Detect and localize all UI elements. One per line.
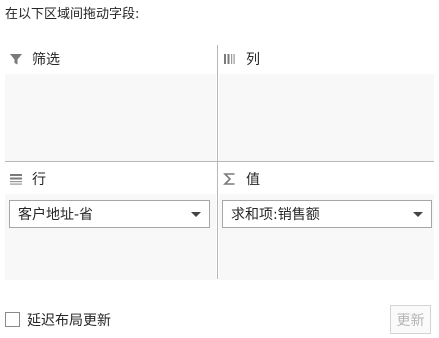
columns-area-header: 列 — [219, 43, 434, 74]
update-button[interactable]: 更新 — [390, 305, 431, 334]
columns-area-label: 列 — [246, 51, 260, 68]
area-grid: 筛选 列 行 客户地址-省 值 求和项:销售额 — [5, 43, 434, 280]
pivot-field-areas-pane: 在以下区域间拖动字段: 筛选 列 行 客户地址-省 值 求和项:销售额 延迟布局… — [0, 0, 439, 338]
defer-layout-update-checkbox[interactable] — [5, 312, 20, 327]
values-area[interactable]: 值 求和项:销售额 — [219, 163, 434, 280]
rows-area[interactable]: 行 客户地址-省 — [5, 163, 216, 280]
filters-area-header: 筛选 — [5, 43, 216, 74]
chevron-down-icon[interactable] — [191, 211, 201, 217]
footer: 延迟布局更新 更新 — [0, 305, 439, 335]
values-area-label: 值 — [246, 171, 260, 188]
rows-area-label: 行 — [32, 171, 46, 188]
values-area-header: 值 — [219, 163, 434, 194]
chevron-down-icon[interactable] — [413, 211, 423, 217]
rows-field-chip[interactable]: 客户地址-省 — [9, 200, 210, 228]
vertical-divider — [217, 45, 218, 279]
filters-area[interactable]: 筛选 — [5, 43, 216, 161]
filters-drop-zone[interactable] — [5, 74, 216, 161]
filters-area-label: 筛选 — [32, 51, 60, 68]
sigma-icon — [222, 171, 238, 187]
values-drop-zone[interactable]: 求和项:销售额 — [219, 194, 434, 280]
horizontal-divider — [5, 161, 434, 162]
columns-drop-zone[interactable] — [219, 74, 434, 161]
filter-icon — [8, 51, 24, 67]
instruction-text: 在以下区域间拖动字段: — [5, 7, 140, 22]
rows-drop-zone[interactable]: 客户地址-省 — [5, 194, 216, 280]
rows-area-header: 行 — [5, 163, 216, 194]
columns-area[interactable]: 列 — [219, 43, 434, 161]
values-field-chip[interactable]: 求和项:销售额 — [222, 200, 432, 228]
rows-icon — [8, 171, 24, 187]
columns-icon — [222, 51, 238, 67]
rows-field-label: 客户地址-省 — [18, 207, 94, 223]
defer-layout-update-label[interactable]: 延迟布局更新 — [27, 310, 111, 330]
values-field-label: 求和项:销售额 — [231, 207, 320, 223]
